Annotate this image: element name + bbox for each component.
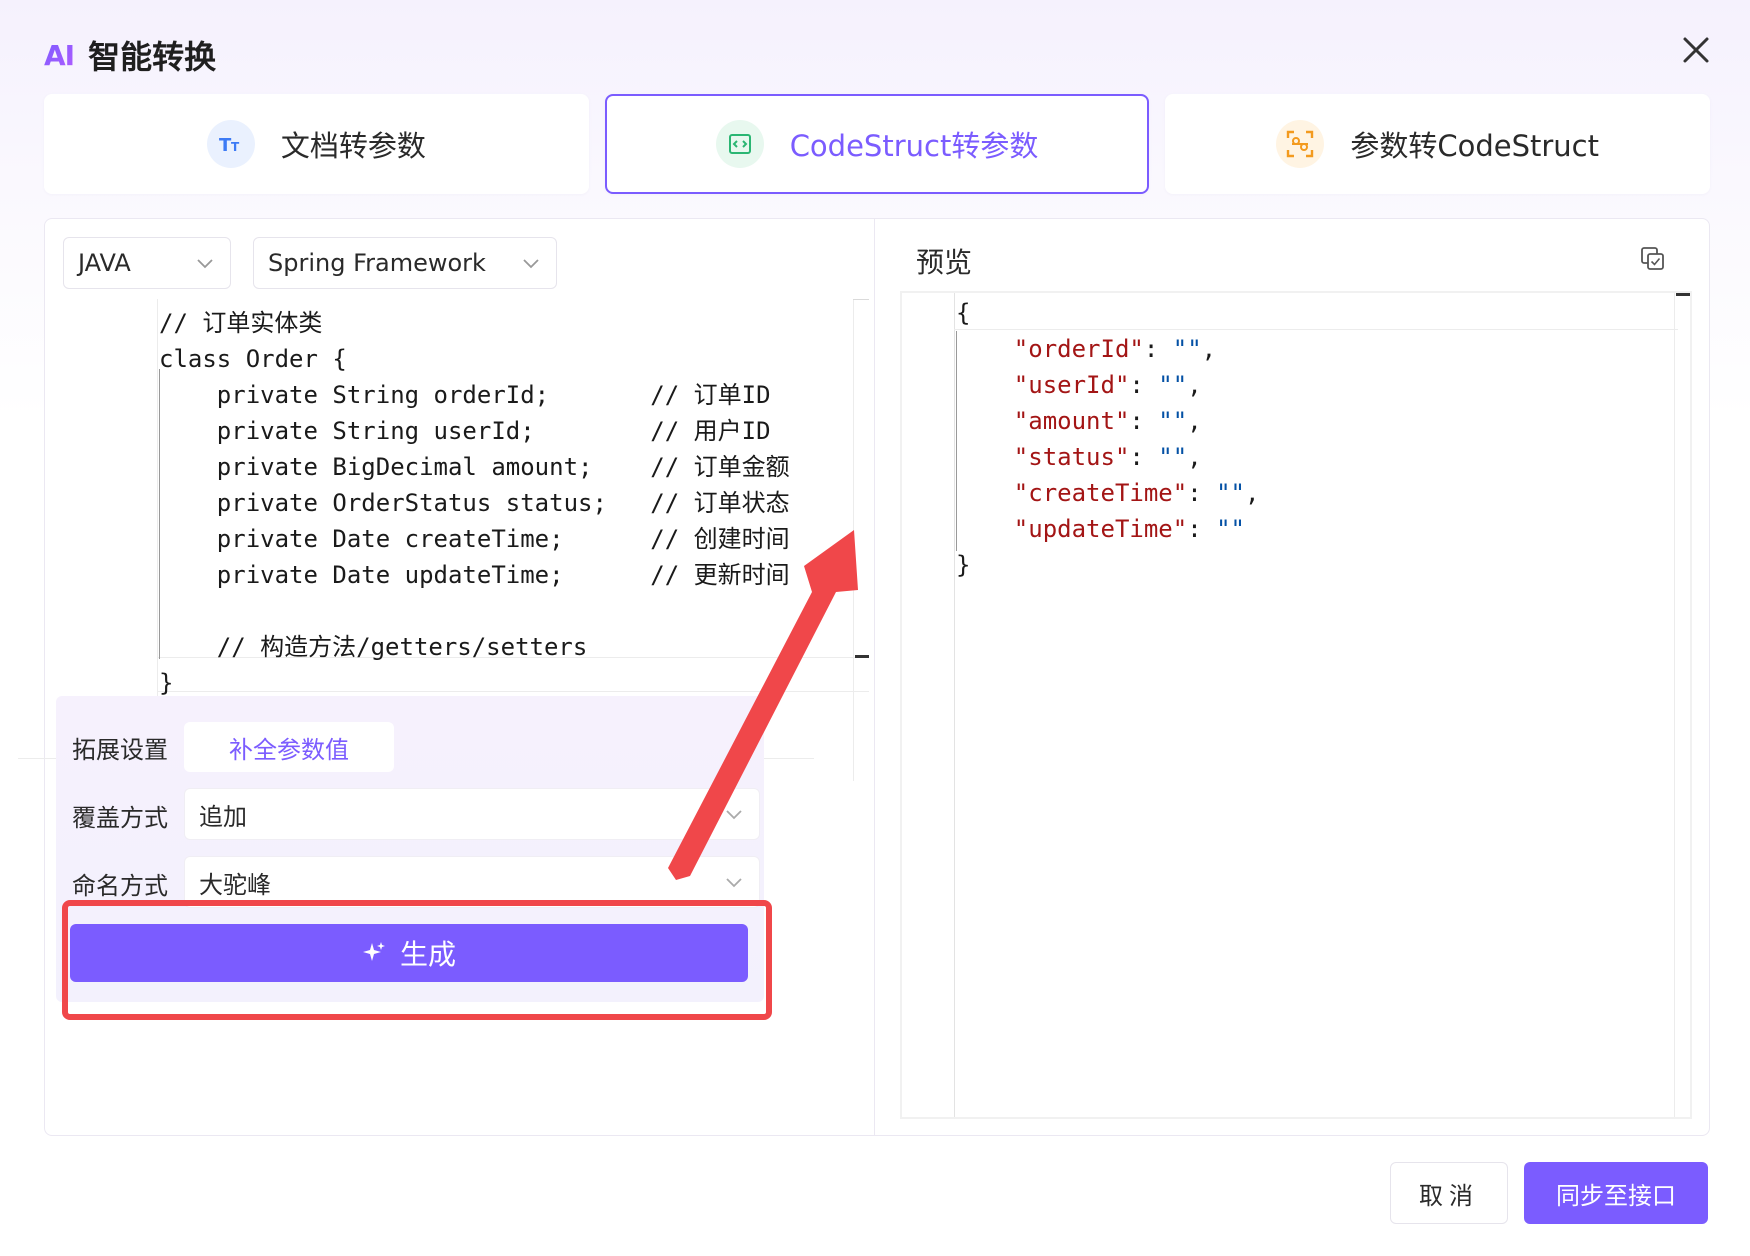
dialog-header: AI 智能转换	[44, 30, 216, 80]
tab-label: CodeStruct转参数	[789, 129, 1039, 163]
naming-select[interactable]: 大驼峰	[184, 856, 760, 908]
preview-title: 预览	[916, 246, 973, 279]
mode-tabs: T T 文档转参数 CodeStruct转参数 参数转CodeStruct	[44, 94, 1711, 194]
code-line: private Date createTime; // 创建时间	[159, 525, 790, 553]
close-icon	[1683, 37, 1709, 63]
code-lines: // 订单实体类 class Order { private String ord…	[159, 305, 790, 701]
code-line: private BigDecimal amount; // 订单金额	[159, 453, 790, 481]
cancel-label: 取消	[1419, 1181, 1479, 1210]
json-key: "userId"	[1013, 371, 1130, 399]
scan-convert-icon	[1276, 120, 1325, 168]
ai-logo: AI	[44, 38, 75, 72]
json-line: "status": "",	[1013, 443, 1202, 471]
tab-codestruct-to-params[interactable]: CodeStruct转参数	[604, 94, 1150, 194]
editor-scrollbar[interactable]	[855, 655, 869, 658]
sync-to-api-button[interactable]: 同步至接口	[1524, 1162, 1708, 1224]
generate-button[interactable]: 生成	[70, 924, 748, 982]
copy-icon	[1641, 247, 1664, 270]
chevron-down-icon	[726, 810, 742, 820]
tab-label: 参数转CodeStruct	[1350, 129, 1599, 163]
code-line: // 订单实体类	[159, 309, 323, 337]
json-key: "status"	[1013, 443, 1130, 471]
json-line: "userId": "",	[1013, 371, 1202, 399]
json-line: "createTime": "",	[1013, 479, 1260, 507]
json-line: }	[956, 551, 971, 579]
json-line: "updateTime": ""	[1013, 515, 1245, 543]
svg-text:T: T	[231, 140, 240, 154]
code-icon	[715, 120, 764, 168]
dialog-title: 智能转换	[88, 38, 217, 76]
copy-button[interactable]	[1633, 239, 1673, 279]
chevron-down-icon	[726, 878, 742, 888]
preview-editor[interactable]: { "orderId": "", "userId": "", "amount":…	[900, 291, 1692, 1119]
language-select[interactable]: JAVA	[63, 237, 231, 289]
json-value: ""	[1216, 515, 1245, 543]
sparkle-icon	[362, 941, 386, 965]
json-value: ""	[1216, 479, 1245, 507]
json-value: ""	[1172, 335, 1202, 363]
preview-panel: 预览 { "orderId": "", "userId": "", "amoun…	[876, 219, 1709, 1135]
cancel-button[interactable]: 取消	[1390, 1162, 1508, 1224]
chevron-down-icon	[523, 259, 539, 269]
framework-select[interactable]: Spring Framework	[253, 237, 557, 289]
tab-label: 文档转参数	[280, 129, 426, 163]
framework-select-value: Spring Framework	[268, 249, 486, 277]
json-key: "updateTime"	[1013, 515, 1188, 543]
code-line: class Order {	[159, 345, 347, 373]
code-line: // 构造方法/getters/setters	[159, 633, 588, 661]
code-line: private Date updateTime; // 更新时间	[159, 561, 790, 589]
chevron-down-icon	[197, 259, 213, 269]
sync-label: 同步至接口	[1556, 1181, 1676, 1210]
json-line: "amount": "",	[1013, 407, 1202, 435]
overwrite-select-value: 追加	[199, 802, 247, 831]
json-value: ""	[1158, 371, 1188, 399]
tab-params-to-codestruct[interactable]: 参数转CodeStruct	[1165, 94, 1711, 194]
close-button[interactable]	[1668, 22, 1724, 78]
json-line: {	[956, 299, 971, 327]
json-value: ""	[1158, 407, 1188, 435]
overwrite-select[interactable]: 追加	[184, 788, 760, 840]
chip-label: 补全参数值	[229, 735, 349, 764]
code-line: private OrderStatus status; // 订单状态	[159, 489, 790, 517]
language-select-value: JAVA	[78, 249, 131, 277]
json-key: "createTime"	[1013, 479, 1188, 507]
preview-scrollbar[interactable]	[1676, 293, 1690, 296]
overwrite-label: 覆盖方式	[72, 804, 168, 832]
text-format-icon: T T	[206, 120, 255, 168]
code-line: private String orderId; // 订单ID	[159, 381, 771, 409]
json-value: ""	[1158, 443, 1188, 471]
json-lines: { "orderId": "", "userId": "", "amount":…	[956, 295, 1259, 583]
json-key: "orderId"	[1013, 335, 1144, 363]
generate-label: 生成	[399, 938, 456, 971]
extension-label: 拓展设置	[72, 736, 168, 764]
json-key: "amount"	[1013, 407, 1130, 435]
json-line: "orderId": "",	[1013, 335, 1217, 363]
fill-param-values-chip[interactable]: 补全参数值	[184, 722, 394, 772]
code-line: private String userId; // 用户ID	[159, 417, 771, 445]
naming-label: 命名方式	[72, 872, 168, 900]
tab-doc-to-params[interactable]: T T 文档转参数	[44, 94, 589, 194]
naming-select-value: 大驼峰	[199, 870, 271, 899]
